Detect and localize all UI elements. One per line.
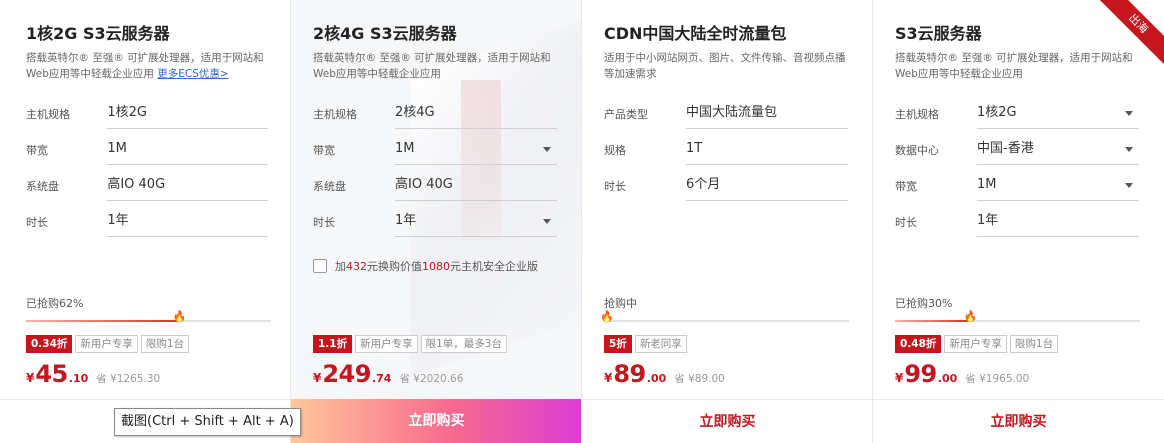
card-description: 搭载英特尔® 至强® 可扩展处理器，适用于网站和Web应用等中轻载企业应用 更多… (26, 52, 264, 80)
product-card-s3-hk: 出海 S3云服务器 搭载英特尔® 至强® 可扩展处理器，适用于网站和Web应用等… (873, 0, 1164, 443)
spec-label: 主机规格 (26, 108, 70, 121)
spec-row: 主机规格 2核4G (313, 96, 559, 132)
spec-list: 主机规格 1核2G 带宽 1M 系统盘 高IO 40G 时长 1年 (26, 96, 268, 240)
spec-row: 系统盘 高IO 40G (313, 168, 559, 204)
spec-select[interactable]: 1核2G (977, 99, 1139, 129)
spec-value: 1年 (107, 207, 268, 237)
card-title: 1核2G S3云服务器 (26, 24, 170, 43)
product-card-1c2g: 1核2G S3云服务器 搭载英特尔® 至强® 可扩展处理器，适用于网站和Web应… (0, 0, 291, 443)
spec-row: 带宽 1M (895, 168, 1142, 204)
spec-label: 带宽 (895, 180, 917, 193)
chevron-down-icon (1125, 147, 1133, 152)
spec-value: 1核2G (107, 99, 268, 129)
spec-row: 时长 1年 (313, 204, 559, 240)
spec-row: 带宽 1M (26, 132, 268, 168)
spec-row: 时长 6个月 (604, 168, 850, 204)
bandwidth-select[interactable]: 1M (977, 171, 1139, 201)
spec-label: 数据中心 (895, 144, 939, 157)
spec-list: 主机规格 2核4G 带宽 1M 系统盘 高IO 40G 时长 1年 (313, 96, 559, 240)
product-card-cdn: CDN中国大陆全时流量包 适用于中小网站网页、图片、文件传输、音视频点播等加速需… (582, 0, 873, 443)
duration-select[interactable]: 1年 (395, 207, 557, 237)
spec-row: 时长 1年 (26, 204, 268, 240)
spec-label: 时长 (26, 216, 48, 229)
spec-value: 1M (107, 135, 268, 165)
spec-row: 时长 1年 (895, 204, 1142, 240)
spec-value: 6个月 (686, 171, 848, 201)
product-card-2c4g: 2核4G S3云服务器 搭载英特尔® 至强® 可扩展处理器，适用于网站和Web应… (291, 0, 582, 443)
overseas-ribbon: 出海 (1100, 0, 1164, 64)
addon-option: 加432元换购价值1080元主机安全企业版 (313, 258, 559, 274)
spec-list: 主机规格 1核2G 数据中心 中国-香港 带宽 1M 时长 1年 (895, 96, 1142, 240)
chevron-down-icon (1125, 183, 1133, 188)
datacenter-select[interactable]: 中国-香港 (977, 135, 1139, 165)
spec-row: 系统盘 高IO 40G (26, 168, 268, 204)
spec-value: 1T (686, 135, 848, 165)
chevron-down-icon (543, 219, 551, 224)
card-description: 适用于中小网站网页、图片、文件传输、音视频点播等加速需求 (604, 52, 846, 80)
card-title: CDN中国大陆全时流量包 (604, 24, 787, 43)
spec-value: 高IO 40G (395, 171, 557, 201)
screenshot-tooltip: 截图(Ctrl + Shift + Alt + A) (114, 408, 301, 436)
spec-row: 带宽 1M (313, 132, 559, 168)
spec-label: 主机规格 (895, 108, 939, 121)
spec-row: 数据中心 中国-香港 (895, 132, 1142, 168)
more-ecs-link[interactable]: 更多ECS优惠> (157, 68, 228, 80)
card-title: 2核4G S3云服务器 (313, 24, 457, 43)
spec-label: 时长 (604, 180, 626, 193)
spec-label: 产品类型 (604, 108, 648, 121)
spec-row: 产品类型 中国大陆流量包 (604, 96, 850, 132)
addon-checkbox[interactable] (313, 259, 327, 273)
spec-value: 2核4G (395, 99, 557, 129)
addon-label: 加432元换购价值1080元主机安全企业版 (335, 260, 538, 273)
spec-value: 高IO 40G (107, 171, 268, 201)
ribbon-label: 出海 (1100, 0, 1164, 64)
chevron-down-icon (1125, 111, 1133, 116)
spec-label: 时长 (895, 216, 917, 229)
spec-label: 时长 (313, 216, 335, 229)
chevron-down-icon (543, 147, 551, 152)
spec-label: 带宽 (26, 144, 48, 157)
spec-value: 中国大陆流量包 (686, 99, 848, 129)
spec-list: 产品类型 中国大陆流量包 规格 1T 时长 6个月 (604, 96, 850, 204)
spec-row: 规格 1T (604, 132, 850, 168)
spec-label: 规格 (604, 144, 626, 157)
spec-label: 主机规格 (313, 108, 357, 121)
spec-value: 1年 (977, 207, 1139, 237)
bandwidth-select[interactable]: 1M (395, 135, 557, 165)
spec-label: 系统盘 (313, 180, 346, 193)
product-cards: 1核2G S3云服务器 搭载英特尔® 至强® 可扩展处理器，适用于网站和Web应… (0, 0, 1164, 443)
spec-row: 主机规格 1核2G (26, 96, 268, 132)
card-description: 搭载英特尔® 至强® 可扩展处理器，适用于网站和Web应用等中轻载企业应用 (313, 52, 551, 80)
spec-label: 系统盘 (26, 180, 59, 193)
spec-row: 主机规格 1核2G (895, 96, 1142, 132)
spec-label: 带宽 (313, 144, 335, 157)
